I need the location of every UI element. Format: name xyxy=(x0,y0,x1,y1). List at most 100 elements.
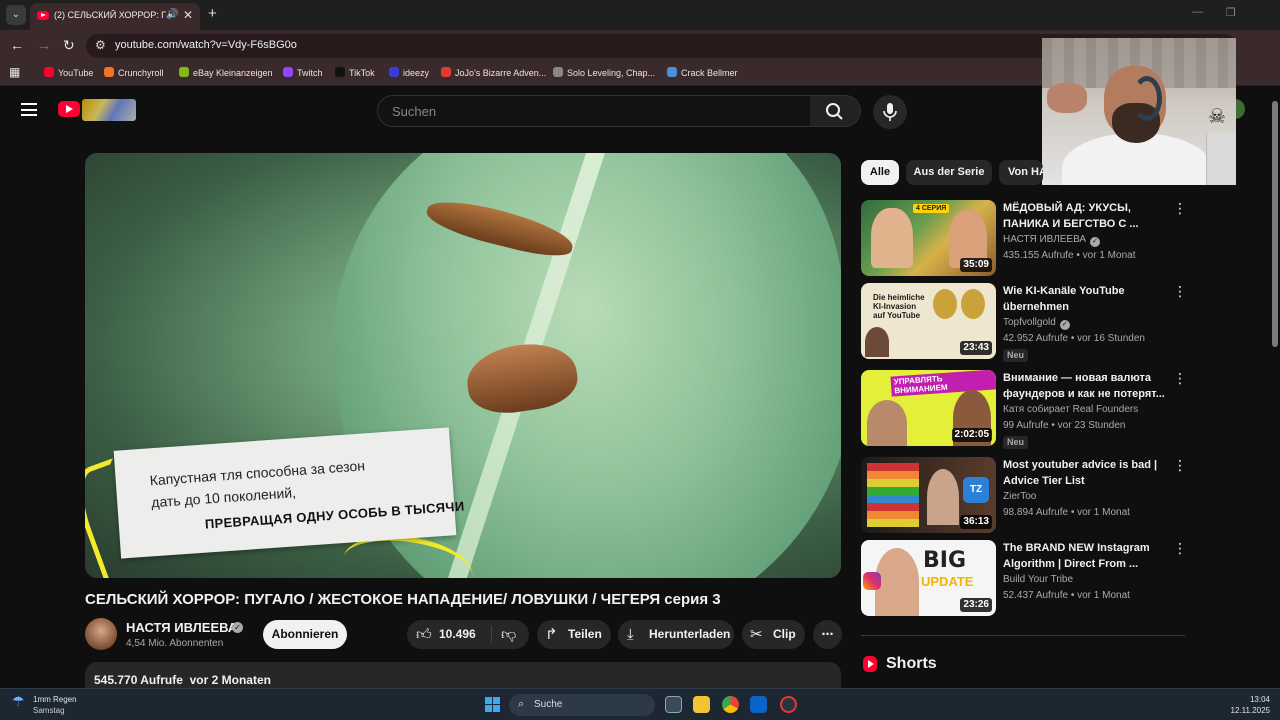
thumbnail-badge: 4 СЕРИЯ xyxy=(913,204,950,213)
task-view-icon[interactable] xyxy=(665,696,682,713)
dislike-icon[interactable]: 👎︎ xyxy=(501,620,516,649)
more-vertical-icon[interactable]: ⋮ xyxy=(1173,283,1187,300)
search-input[interactable]: Suchen xyxy=(377,95,811,127)
active-tab[interactable]: (2) СЕЛЬСКИЙ ХОРРОР: ПУ 🔊 ✕ xyxy=(30,3,200,30)
webcam-person-hand xyxy=(1047,83,1087,113)
file-explorer-icon[interactable] xyxy=(693,696,710,713)
close-tab-icon[interactable]: ✕ xyxy=(183,8,193,22)
chip-series[interactable]: Aus der Serie xyxy=(906,160,992,185)
youtube-logo[interactable] xyxy=(58,101,80,117)
tab-strip: ⌄ (2) СЕЛЬСКИЙ ХОРРОР: ПУ 🔊 ✕ + — ❐ xyxy=(0,0,1280,30)
youtube-doodle[interactable] xyxy=(82,99,136,121)
bookmark-jojo[interactable]: JoJo's Bizarre Adven... xyxy=(441,67,546,81)
bookmark-crack-bellmer[interactable]: Crack Bellmer xyxy=(667,67,738,81)
scrollbar-thumb[interactable] xyxy=(1272,101,1278,347)
video-thumbnail[interactable]: BIG UPDATE 23:26 xyxy=(861,540,996,616)
reload-icon[interactable]: ↻ xyxy=(63,37,75,54)
share-label: Teilen xyxy=(568,627,602,641)
taskbar-search[interactable]: ⌕ Suche xyxy=(509,694,655,716)
back-icon[interactable]: ← xyxy=(10,37,24,53)
tiktok-icon xyxy=(335,67,345,77)
site-info-icon[interactable]: ⚙ xyxy=(95,38,106,52)
forward-icon[interactable]: → xyxy=(37,37,51,53)
clip-button[interactable]: ✂ Clip xyxy=(742,620,805,649)
channel-name[interactable]: ZierToo xyxy=(1003,491,1036,502)
video-player[interactable]: Капустная тля способна за сезон дать до … xyxy=(85,153,841,578)
video-title[interactable]: Внимание — новая валюта фаундеров и как … xyxy=(1003,370,1165,402)
voice-search-button[interactable] xyxy=(873,95,907,129)
video-thumbnail[interactable]: Die heimliche KI-Invasion auf YouTube 23… xyxy=(861,283,996,359)
maximize-icon[interactable]: ❐ xyxy=(1226,6,1236,19)
page-scrollbar[interactable] xyxy=(1270,87,1280,688)
subscriber-count: 4,54 Mio. Abonnenten xyxy=(126,638,224,649)
recording-app-icon[interactable] xyxy=(780,696,797,713)
download-icon: ⤓ xyxy=(627,626,634,643)
outlook-icon[interactable] xyxy=(750,696,767,713)
new-tab-button[interactable]: + xyxy=(208,5,217,22)
video-title[interactable]: Most youtuber advice is bad | Advice Tie… xyxy=(1003,457,1165,489)
like-icon[interactable]: 👍︎ xyxy=(416,620,432,649)
more-vertical-icon[interactable]: ⋮ xyxy=(1173,200,1187,217)
chrome-icon[interactable] xyxy=(722,696,739,713)
thumbnail-person xyxy=(871,208,913,268)
shorts-heading: Shorts xyxy=(886,655,937,672)
recommended-video[interactable]: Die heimliche KI-Invasion auf YouTube 23… xyxy=(861,283,1191,362)
more-actions-button[interactable]: ⋯ xyxy=(813,620,842,649)
instagram-icon xyxy=(863,572,881,590)
video-stats: 42.952 Aufrufe • vor 16 Stunden xyxy=(1003,333,1145,344)
video-thumbnail[interactable]: 4 СЕРИЯ 35:09 xyxy=(861,200,996,276)
upload-date: vor 2 Monaten xyxy=(189,673,271,687)
scissors-icon: ✂ xyxy=(750,626,763,643)
search-button[interactable] xyxy=(810,95,861,127)
chip-from-channel[interactable]: Von HA xyxy=(999,160,1043,185)
windows-start-icon[interactable] xyxy=(485,697,500,712)
minimize-icon[interactable]: — xyxy=(1192,6,1203,18)
microphone-icon xyxy=(883,103,897,121)
recommended-video[interactable]: УПРАВЛЯТЬ ВНИМАНИЕМ 2:02:05 Внимание — н… xyxy=(861,370,1191,449)
youtube-favicon-icon xyxy=(37,11,49,20)
bookmark-ebay[interactable]: eBay Kleinanzeigen xyxy=(179,67,273,81)
chip-all[interactable]: Alle xyxy=(861,160,899,185)
video-thumbnail[interactable]: УПРАВЛЯТЬ ВНИМАНИЕМ 2:02:05 xyxy=(861,370,996,446)
audio-playing-icon[interactable]: 🔊 xyxy=(166,9,178,20)
channel-name[interactable]: НАСТЯ ИВЛЕЕВА ✓ xyxy=(1003,234,1101,247)
channel-name[interactable]: Topfvollgold ✓ xyxy=(1003,317,1070,330)
search-placeholder: Suchen xyxy=(392,104,437,119)
share-button[interactable]: ↱ Teilen xyxy=(537,620,611,649)
menu-icon[interactable] xyxy=(21,103,37,116)
url-text[interactable]: youtube.com/watch?v=Vdy-F6sBG0o xyxy=(115,39,297,51)
channel-name[interactable]: НАСТЯ ИВЛЕЕВА xyxy=(126,620,237,635)
more-vertical-icon[interactable]: ⋮ xyxy=(1173,540,1187,557)
recommended-video[interactable]: 4 СЕРИЯ 35:09 МЁДОВЫЙ АД: УКУСЫ, ПАНИКА … xyxy=(861,200,1191,277)
bookmark-ideezy[interactable]: ideezy xyxy=(389,67,429,81)
video-duration: 23:26 xyxy=(960,598,992,612)
more-vertical-icon[interactable]: ⋮ xyxy=(1173,457,1187,474)
system-clock[interactable]: 13:04 12.11.2025 xyxy=(1222,694,1270,716)
apps-grid-icon[interactable]: ▦ xyxy=(9,65,20,79)
video-title[interactable]: The BRAND NEW Instagram Algorithm | Dire… xyxy=(1003,540,1165,572)
recommended-video[interactable]: TZ 36:13 Most youtuber advice is bad | A… xyxy=(861,457,1191,534)
subscribe-button[interactable]: Abonnieren xyxy=(263,620,347,649)
more-vertical-icon[interactable]: ⋮ xyxy=(1173,370,1187,387)
channel-name[interactable]: Build Your Tribe xyxy=(1003,574,1073,585)
bookmark-crunchyroll[interactable]: Crunchyroll xyxy=(104,67,164,81)
video-title[interactable]: МЁДОВЫЙ АД: УКУСЫ, ПАНИКА И БЕГСТВО С ..… xyxy=(1003,200,1165,232)
video-title[interactable]: Wie KI-Kanäle YouTube übernehmen xyxy=(1003,283,1165,315)
video-duration: 23:43 xyxy=(960,341,992,355)
bookmark-label: eBay Kleinanzeigen xyxy=(193,68,273,78)
bookmark-tiktok[interactable]: TikTok xyxy=(335,67,375,81)
bookmark-label: ideezy xyxy=(403,68,430,78)
verified-icon: ✓ xyxy=(1090,237,1101,247)
thumbnail-person xyxy=(927,469,959,525)
bookmark-solo-leveling[interactable]: Solo Leveling, Chap... xyxy=(553,67,655,81)
recommended-video[interactable]: BIG UPDATE 23:26 The BRAND NEW Instagram… xyxy=(861,540,1191,617)
bookmark-youtube[interactable]: YouTube xyxy=(44,67,93,81)
channel-avatar[interactable] xyxy=(85,618,117,650)
channel-name[interactable]: Катя собирает Real Founders xyxy=(1003,404,1138,415)
tab-search-button[interactable]: ⌄ xyxy=(6,5,26,25)
bookmark-twitch[interactable]: Twitch xyxy=(283,67,323,81)
download-button[interactable]: ⤓ Herunterladen xyxy=(618,620,734,649)
jojo-icon xyxy=(441,67,451,77)
video-thumbnail[interactable]: TZ 36:13 xyxy=(861,457,996,533)
like-count[interactable]: 10.496 xyxy=(439,620,476,649)
